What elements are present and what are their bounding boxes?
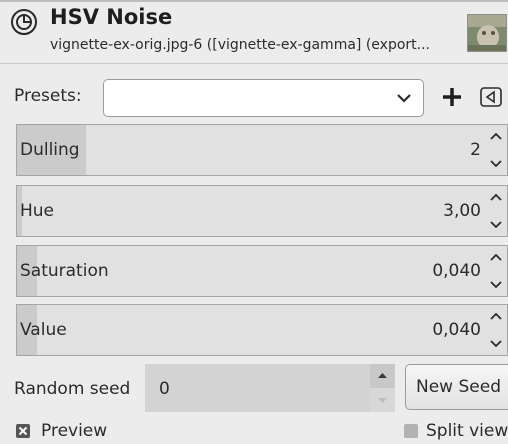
presets-dropdown[interactable] bbox=[103, 79, 424, 117]
seed-decrement-button[interactable] bbox=[370, 388, 395, 412]
saturation-label: Saturation bbox=[20, 261, 109, 281]
dialog-header: HSV Noise vignette-ex-orig.jpg-6 ([vigne… bbox=[0, 0, 508, 64]
value-label: Value bbox=[20, 320, 67, 340]
dialog-title: HSV Noise bbox=[50, 5, 173, 29]
header-separator bbox=[0, 63, 508, 64]
hsv-noise-dialog: HSV Noise vignette-ex-orig.jpg-6 ([vigne… bbox=[0, 0, 508, 444]
image-subtitle: vignette-ex-orig.jpg-6 ([vignette-ex-gam… bbox=[50, 37, 430, 53]
caret-up-icon bbox=[378, 373, 387, 378]
split-view-label: Split view bbox=[426, 421, 508, 441]
caret-down-icon bbox=[378, 398, 387, 403]
dulling-spinscale[interactable]: Dulling 2 bbox=[16, 124, 508, 176]
saturation-value: 0,040 bbox=[432, 261, 481, 281]
value-spinscale[interactable]: Value 0,040 bbox=[16, 304, 508, 356]
hue-stepper-icon[interactable] bbox=[487, 189, 505, 233]
dulling-stepper-icon[interactable] bbox=[487, 128, 505, 172]
random-seed-value: 0 bbox=[159, 379, 170, 399]
presets-label: Presets: bbox=[14, 86, 82, 106]
hue-value: 3,00 bbox=[443, 201, 481, 221]
random-seed-input[interactable]: 0 bbox=[145, 364, 395, 412]
random-seed-label: Random seed bbox=[14, 379, 131, 399]
dulling-label: Dulling bbox=[20, 140, 80, 160]
value-value: 0,040 bbox=[432, 320, 481, 340]
value-stepper-icon[interactable] bbox=[487, 308, 505, 352]
hue-label: Hue bbox=[20, 201, 55, 221]
hue-spinscale[interactable]: Hue 3,00 bbox=[16, 185, 508, 237]
add-preset-icon[interactable] bbox=[437, 80, 467, 114]
preview-label: Preview bbox=[41, 421, 108, 441]
split-view-checkbox[interactable] bbox=[404, 424, 418, 438]
new-seed-button[interactable]: New Seed bbox=[405, 364, 508, 410]
chevron-down-icon bbox=[397, 94, 411, 103]
saturation-stepper-icon[interactable] bbox=[487, 249, 505, 293]
image-thumbnail bbox=[467, 14, 507, 52]
manage-presets-icon[interactable] bbox=[477, 84, 505, 110]
dulling-value: 2 bbox=[470, 140, 481, 160]
seed-increment-button[interactable] bbox=[370, 364, 395, 388]
gegl-operation-icon bbox=[11, 9, 37, 35]
saturation-spinscale[interactable]: Saturation 0,040 bbox=[16, 245, 508, 297]
preview-checkbox[interactable] bbox=[16, 424, 30, 438]
